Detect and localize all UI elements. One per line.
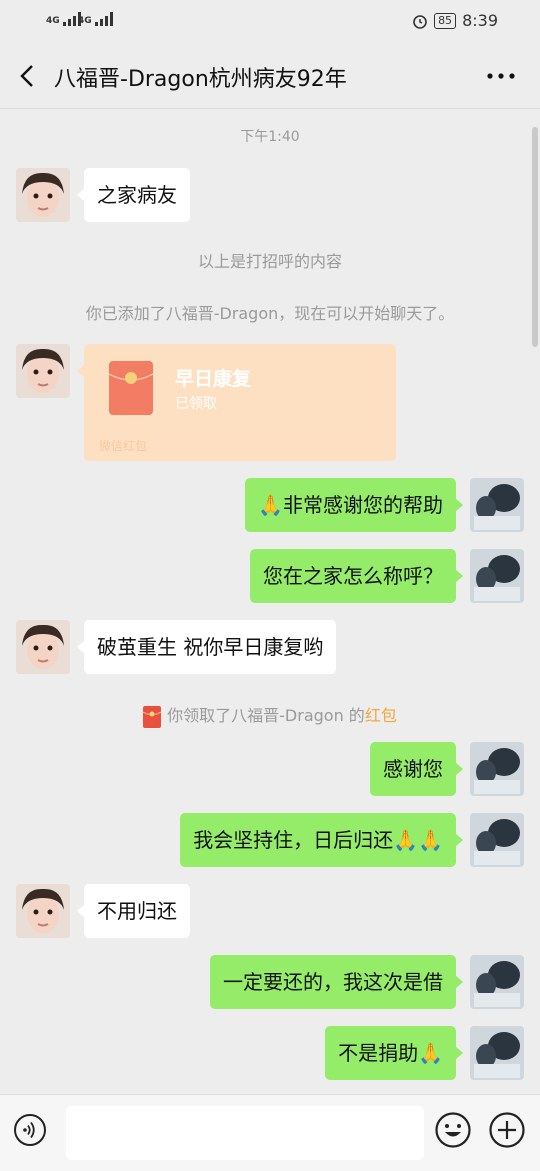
user-avatar[interactable]	[470, 955, 524, 1009]
message-bubble-incoming[interactable]: 破茧重生 祝你早日康复哟	[76, 620, 337, 674]
chat-messages[interactable]: 下午1:40 之家病友 以上是打招呼的内容 你已添加了八福晋-Dragon，现在…	[0, 109, 540, 1094]
red-packet-card[interactable]: 早日康复 已领取 微信红包	[77, 344, 396, 461]
battery-indicator: 85	[434, 12, 457, 29]
status-bar: 4G 4G 85 8:39	[0, 0, 540, 44]
contact-avatar[interactable]	[16, 168, 70, 222]
user-avatar[interactable]	[470, 478, 524, 532]
clock: 8:39	[462, 11, 498, 30]
user-avatar[interactable]	[470, 813, 524, 867]
more-icon[interactable]	[484, 62, 518, 90]
back-icon[interactable]	[14, 62, 42, 90]
chat-title: 八福晋-Dragon杭州病友92年	[54, 67, 347, 92]
message-bubble-outgoing[interactable]: 我会坚持住，日后归还🙏🙏	[180, 813, 463, 867]
contact-avatar[interactable]	[16, 344, 70, 398]
signal-indicator-1: 4G	[46, 12, 81, 26]
voice-icon	[23, 1121, 35, 1139]
status-right: 85 8:39	[412, 11, 498, 30]
input-bar	[0, 1094, 540, 1171]
message-bubble-outgoing[interactable]: 不是捐助🙏	[325, 1026, 463, 1080]
alarm-icon	[413, 14, 427, 29]
network-type-label: 4G	[46, 16, 60, 26]
network-type-label: 4G	[78, 16, 92, 26]
user-avatar[interactable]	[470, 1026, 524, 1080]
red-packet-title: 早日康复	[175, 368, 252, 390]
emoji-icon[interactable]	[434, 1111, 472, 1149]
system-notice-greeting: 以上是打招呼的内容	[197, 252, 342, 271]
voice-button[interactable]	[14, 1114, 46, 1146]
contact-avatar[interactable]	[16, 620, 70, 674]
message-bubble-outgoing[interactable]: 感谢您	[370, 742, 463, 796]
message-timestamp: 下午1:40	[240, 129, 300, 145]
message-bubble-incoming[interactable]: 之家病友	[77, 168, 190, 222]
user-avatar[interactable]	[470, 549, 524, 603]
chat-header: 八福晋-Dragon杭州病友92年	[0, 44, 540, 109]
red-packet-icon	[142, 705, 162, 728]
message-input[interactable]	[66, 1106, 424, 1160]
signal-bars-icon	[94, 12, 113, 26]
system-notice-red-packet: 你领取了八福晋-Dragon 的红包	[0, 702, 540, 728]
red-packet-status: 已领取	[175, 396, 217, 412]
signal-indicator-2: 4G	[78, 12, 113, 26]
system-notice-added: 你已添加了八福晋-Dragon，现在可以开始聊天了。	[85, 304, 455, 323]
contact-avatar[interactable]	[16, 884, 70, 938]
message-bubble-outgoing[interactable]: 🙏非常感谢您的帮助	[245, 478, 463, 532]
red-packet-notice-text: 你领取了八福晋-Dragon 的	[167, 706, 365, 725]
red-packet-icon	[108, 361, 154, 415]
message-bubble-incoming[interactable]: 不用归还	[77, 884, 190, 938]
plus-icon[interactable]	[488, 1111, 526, 1149]
user-avatar[interactable]	[470, 742, 524, 796]
message-bubble-outgoing[interactable]: 一定要还的，我这次是借	[210, 955, 463, 1009]
red-packet-link[interactable]: 红包	[365, 706, 397, 725]
message-bubble-outgoing[interactable]: 您在之家怎么称呼？	[250, 549, 463, 603]
red-packet-footer: 微信红包	[99, 439, 148, 453]
